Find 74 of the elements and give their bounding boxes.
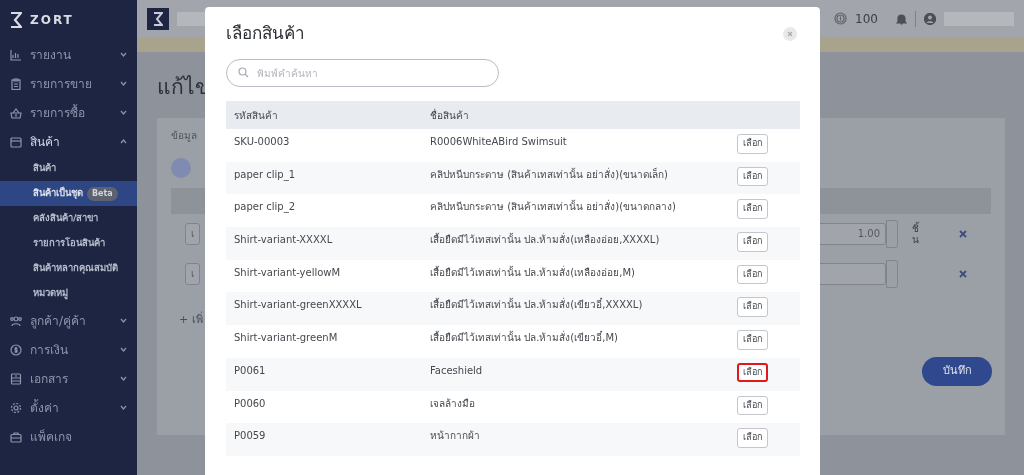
table-cell: หน้ากากผ้า [422,423,729,456]
unit-label: ชิ้น [912,223,920,245]
close-button[interactable] [783,27,797,41]
table-cell: เจลล้างมือ [422,390,729,424]
column-header: ชื่อสินค้า [422,101,729,129]
table-cell: R0006WhiteABird Swimsuit [422,129,729,162]
select-button[interactable]: เลือก [737,232,768,252]
column-header: รหัสสินค้า [226,101,422,129]
select-button[interactable]: เลือก [737,428,768,448]
table-cell: paper clip_2 [226,194,422,228]
logo-icon [10,12,22,28]
sidebar-item-label[interactable]: ลูกค้า/คู่ค้า [30,311,87,330]
table-cell: P0059 [226,423,422,456]
modal-title: เลือกสินค้า [226,22,305,45]
logo-text: ZORT [30,12,74,29]
table-cell: Shirt-variant-XXXXL [226,227,422,260]
table-cell: paper clip_1 [226,161,422,195]
select-button[interactable]: เลือก [737,297,768,317]
table-cell: Shirt-variant-greenXXXXL [226,292,422,326]
close-icon [787,31,793,37]
coin-icon [10,343,22,356]
beta-tag: Beta [87,186,118,201]
briefcase-icon [10,430,22,443]
select-button[interactable]: เลือก [737,395,768,415]
coin-icon [834,12,848,25]
user-icon [924,12,936,25]
sidebar-subitem[interactable]: รายการโอนสินค้า [0,231,137,256]
sidebar-item-label[interactable]: การเงิน [30,340,68,359]
section-label: ข้อมูล [171,130,197,141]
select-button[interactable]: เลือก [737,166,768,187]
remove-icon[interactable] [959,270,967,278]
table-cell: Shirt-variant-yellowM [226,259,422,293]
table-cell: เสื้อยืดมีไว้เทสเท่านั้น ปล.ห้ามสั่ง(เขียวอี๋,XXXXL) [422,292,729,326]
basket-icon [10,106,22,119]
sidebar-item-label[interactable]: แพ็คเกจ [30,427,72,446]
sidebar-item-label[interactable]: รายการซื้อ [30,103,85,122]
sidebar-item-label[interactable]: รายการขาย [30,74,92,93]
select-button[interactable]: เลือก [737,199,768,219]
table-cell: เสื้อยืดมีไว้เทสเท่านั้น ปล.ห้ามสั่ง(เหลืองอ่อย,M) [422,259,729,293]
settings-icon [10,401,22,414]
sidebar-subitem[interactable]: หมวดหมู่ [0,281,137,306]
table-cell: P0061 [226,357,422,391]
sidebar-item-label[interactable]: รายงาน [30,45,71,64]
document-icon [10,372,22,385]
sidebar-item-label[interactable]: สินค้า [30,132,60,151]
table-cell: เสื้อยืดมีไว้เทสเท่านั้น ปล.ห้ามสั่ง(เหลืองอ่อย,XXXXL) [422,227,729,260]
sidebar-subitem-row[interactable]: สินค้าเป็นชุด Beta [0,181,137,206]
table-cell: คลิปหนีบกระดาษ (สินค้าเทสเท่านั้น อย่าสั่ง)(ขนาดกลาง) [422,194,729,228]
chart-icon [10,48,22,61]
table-cell: P0060 [226,390,422,424]
search-field[interactable]: พิมพ์คำค้นหา [226,59,499,87]
select-button[interactable]: เลือก [737,264,768,285]
bell-icon [896,12,907,25]
sidebar-subitem[interactable]: สินค้าหลากคุณสมบัติ [0,256,137,281]
sidebar-subitem-label: สินค้าเป็นชุด [33,186,83,201]
people-icon [10,314,22,327]
sidebar-subitem[interactable]: สินค้า [0,156,137,181]
table-cell: Faceshield [422,357,729,391]
remove-icon[interactable] [959,230,967,238]
save-button[interactable]: บันทึก [922,356,992,386]
table-cell: SKU-00003 [226,129,422,162]
sidebar-item-label[interactable]: เอกสาร [30,369,68,388]
select-button[interactable]: เลือก [737,330,768,350]
sidebar-item-label[interactable]: ตั้งค่า [30,398,59,417]
sidebar-subitem[interactable]: คลังสินค้า/สาขา [0,206,137,231]
logo-icon [153,11,163,26]
table-cell: Shirt-variant-greenM [226,325,422,358]
select-button[interactable]: เลือก [737,362,768,383]
credit-count: 100 [855,10,878,28]
table-cell: เสื้อยืดมีไว้เทสเท่านั้น ปล.ห้ามสั่ง(เขียวอี๋,M) [422,325,729,358]
box-icon [10,135,22,148]
select-button[interactable]: เลือก [737,134,768,154]
clipboard-icon [10,77,22,90]
table-cell: คลิปหนีบกระดาษ (สินค้าเทสเท่านั้น อย่าสั่ง)(ขนาดเล็ก) [422,161,729,195]
